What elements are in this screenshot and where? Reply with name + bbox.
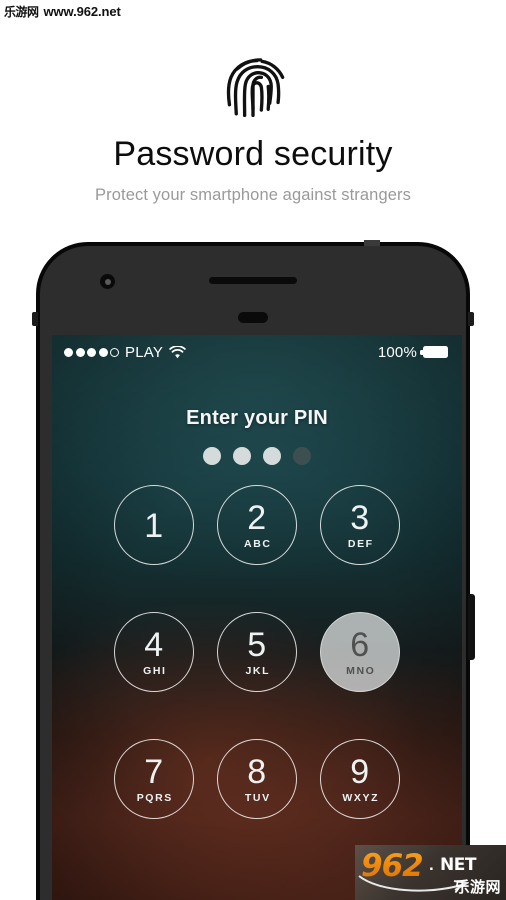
wifi-icon [169,345,186,358]
keypad-key-letters: DEF [347,537,374,550]
front-camera-icon [100,274,115,289]
keypad-key-letters: JKL [245,664,271,677]
keypad-key-letters: PQRS [136,791,173,804]
watermark-brand-label: 962 [361,848,424,884]
battery-percent-label: 100% [377,343,417,361]
signal-dot-filled [98,347,108,357]
keypad-key-7[interactable]: 7 PQRS [114,739,194,819]
power-button[interactable] [468,594,475,660]
phone-right-notch [468,312,474,326]
site-watermark: 乐游网 www.962.net [4,3,121,20]
signal-dot-filled [64,347,73,357]
keypad-row: 4 GHI 5 JKL 6 MNO [114,612,400,692]
battery-full-icon [420,346,448,358]
signal-strength-icon [64,347,119,357]
site-watermark-cn-label: 乐游网 [4,5,39,19]
keypad-key-8[interactable]: 8 TUV [217,739,297,819]
keypad-key-digit: 4 [144,625,164,664]
pin-keypad: 1 2 ABC 3 DEF 4 GHI 5 JKL 6 MNO 7 PQRS 8… [52,485,462,819]
signal-dot-filled [75,347,85,357]
keypad-key-letters: ABC [244,537,272,550]
proximity-sensor [238,312,268,323]
keypad-key-4[interactable]: 4 GHI [114,612,194,692]
keypad-key-digit: 1 [144,507,164,545]
hero-header: Password security Protect your smartphon… [0,0,506,240]
keypad-key-digit: 8 [247,752,267,791]
page-title: Password security [113,135,393,173]
keypad-key-5[interactable]: 5 JKL [217,612,297,692]
keypad-key-digit: 7 [144,752,164,791]
page-subtitle: Protect your smartphone against stranger… [95,185,411,204]
signal-dot-filled [87,347,96,357]
keypad-key-9[interactable]: 9 WXYZ [320,739,400,819]
watermark-cn-label: 乐游网 [454,878,501,896]
pin-dot-filled [263,447,281,465]
phone-top-notch [364,240,380,246]
phone-left-notch [32,312,38,326]
keypad-key-6[interactable]: 6 MNO [320,612,400,692]
status-bar-right: 100% [378,344,448,361]
pin-dot-filled [203,447,221,465]
keypad-key-digit: 2 [247,498,267,537]
pin-prompt-area: Enter your PIN [52,407,462,465]
keypad-row: 7 PQRS 8 TUV 9 WXYZ [114,739,400,819]
keypad-key-letters: MNO [346,664,376,677]
corner-watermark-962net: 962 . NET 乐游网 [355,845,506,900]
keypad-key-digit: 3 [350,498,370,537]
keypad-key-digit: 5 [247,625,267,664]
pin-prompt-label: Enter your PIN [186,407,328,429]
site-watermark-url-label: www.962.net [43,4,121,19]
status-bar-left: PLAY [64,344,186,361]
keypad-key-1[interactable]: 1 [114,485,194,565]
carrier-label: PLAY [125,343,164,361]
keypad-key-digit: 6 [350,625,370,664]
keypad-key-letters: WXYZ [342,791,380,804]
keypad-row: 1 2 ABC 3 DEF [114,485,400,565]
watermark-tld-label: NET [440,855,476,875]
keypad-key-2[interactable]: 2 ABC [217,485,297,565]
keypad-key-digit: 9 [350,752,370,791]
status-bar: PLAY 100% [52,335,462,369]
pin-dot-filled [233,447,251,465]
pin-entry-indicator [52,447,462,465]
phone-device-mockup: PLAY 100% Enter your PIN 1 2 ABC 3 DEF 4… [32,240,475,900]
phone-screen: PLAY 100% Enter your PIN 1 2 ABC 3 DEF 4… [52,335,462,900]
earpiece-speaker [209,277,297,284]
signal-dot-empty [110,347,119,357]
pin-dot-empty [293,447,311,465]
fingerprint-icon [226,58,285,118]
keypad-key-letters: TUV [244,791,271,804]
watermark-dot-label: . [429,855,434,874]
keypad-key-letters: GHI [143,664,167,677]
keypad-key-3[interactable]: 3 DEF [320,485,400,565]
